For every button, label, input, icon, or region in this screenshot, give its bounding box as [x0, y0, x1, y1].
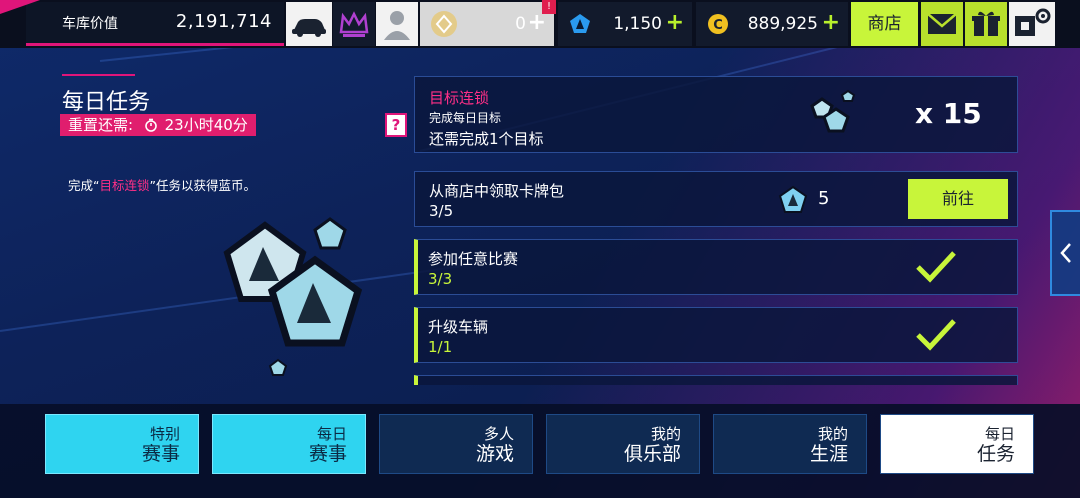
svg-text:C: C	[713, 18, 723, 33]
top-bar: 车库价值 2,191,714 0 + ! 1,150 + C 889,925 +…	[0, 0, 1080, 48]
mail-icon	[927, 13, 957, 34]
settings-icon	[1015, 8, 1051, 36]
task-title: 目标连锁	[429, 89, 490, 107]
token-reward-icon	[810, 89, 856, 133]
gift-button[interactable]	[965, 2, 1007, 46]
task-description: 完成“目标连锁”任务以获得蓝币。	[68, 178, 258, 194]
tab-label-2: 赛事	[308, 443, 347, 465]
blueprints-plus[interactable]: +	[666, 10, 684, 35]
shop-button[interactable]: 商店	[851, 2, 918, 46]
blueprints-panel[interactable]: 1,150 +	[558, 2, 692, 46]
credits-panel[interactable]: C 889,925 +	[696, 2, 848, 46]
tab-label-2: 生涯	[809, 443, 848, 465]
blueprints-amount: 1,150	[613, 14, 662, 34]
task-card[interactable]: 目标连锁 完成每日目标 还需完成1个目标 x 15	[414, 76, 1018, 153]
desc-text-2: ”任务以获得蓝币。	[149, 178, 256, 193]
task-reward: x 15	[915, 97, 982, 130]
goto-button[interactable]: 前往	[908, 179, 1008, 219]
tab-label-1: 我的	[817, 425, 848, 443]
tokens-alert-badge: !	[542, 0, 556, 14]
task-card-partial	[414, 375, 1018, 385]
title-accent-line	[62, 74, 135, 76]
league-button[interactable]	[333, 2, 375, 46]
credit-icon: C	[708, 14, 728, 34]
tab-label-1: 每日	[984, 425, 1015, 443]
credits-amount: 889,925	[747, 14, 818, 34]
task-title: 升级车辆	[428, 318, 489, 336]
tab-label-1: 每日	[316, 425, 347, 443]
garage-value: 2,191,714	[175, 11, 272, 32]
tokens-panel[interactable]: 0 + !	[420, 0, 556, 46]
tokens-amount: 0	[515, 14, 526, 34]
gift-icon	[972, 11, 1000, 36]
token-icon	[431, 11, 457, 37]
help-button[interactable]: ?	[385, 113, 407, 137]
check-icon	[916, 319, 956, 351]
reset-label: 重置还需:	[68, 116, 134, 134]
tab-special-events[interactable]: 特别 赛事	[45, 414, 199, 474]
task-progress: 3/5	[429, 202, 454, 220]
task-progress: 3/3	[428, 270, 453, 288]
crown-icon	[339, 11, 369, 37]
page-title: 每日任务	[62, 90, 151, 115]
tab-my-career[interactable]: 我的 生涯	[713, 414, 867, 474]
task-title: 从商店中领取卡牌包	[429, 182, 565, 200]
reset-time: 23小时40分	[164, 116, 248, 134]
task-card[interactable]: 从商店中领取卡牌包 3/5 5 前往	[414, 171, 1018, 227]
tab-label-1: 我的	[650, 425, 681, 443]
token-stack-icon	[223, 217, 363, 376]
desc-highlight: 目标连锁	[99, 178, 150, 193]
avatar-icon	[384, 11, 410, 40]
desc-text-1: 完成“	[68, 178, 100, 193]
tab-label-2: 游戏	[475, 443, 514, 465]
garage-value-panel[interactable]: 车库价值 2,191,714	[0, 0, 284, 46]
task-title: 参加任意比赛	[428, 250, 519, 268]
tab-daily-events[interactable]: 每日 赛事	[212, 414, 366, 474]
reset-timer: 重置还需: 23小时40分	[60, 114, 256, 136]
side-panel-toggle[interactable]	[1050, 210, 1080, 296]
settings-button[interactable]	[1009, 2, 1055, 46]
tab-daily-tasks[interactable]: 每日 任务	[880, 414, 1034, 474]
car-button[interactable]	[286, 2, 332, 46]
car-icon	[292, 19, 326, 37]
tab-label-2: 赛事	[141, 443, 180, 465]
check-icon	[916, 251, 956, 283]
tab-label-1: 特别	[149, 425, 180, 443]
stopwatch-icon	[145, 118, 157, 132]
profile-button[interactable]	[376, 2, 418, 46]
garage-accent	[0, 0, 40, 14]
task-progress: 1/1	[428, 338, 453, 356]
tab-label-1: 多人	[483, 425, 514, 443]
garage-value-label: 车库价值	[62, 16, 118, 32]
bottom-tab-bar: 特别 赛事 每日 赛事 多人 游戏 我的 俱乐部 我的 生涯 每日 任务	[0, 404, 1080, 498]
tab-label-2: 俱乐部	[623, 443, 681, 465]
tab-multiplayer[interactable]: 多人 游戏	[379, 414, 533, 474]
chevron-left-icon	[1060, 243, 1071, 263]
blueprint-reward-icon	[778, 185, 808, 213]
blueprint-icon	[570, 14, 590, 33]
mail-button[interactable]	[921, 2, 963, 46]
task-subtitle: 完成每日目标	[429, 111, 502, 125]
task-card[interactable]: 升级车辆 1/1	[414, 307, 1018, 363]
credits-plus[interactable]: +	[822, 10, 840, 35]
task-card[interactable]: 参加任意比赛 3/3	[414, 239, 1018, 295]
tab-label-2: 任务	[976, 443, 1015, 465]
tab-my-club[interactable]: 我的 俱乐部	[546, 414, 700, 474]
task-reward: 5	[818, 188, 830, 209]
task-progress: 还需完成1个目标	[429, 130, 544, 148]
